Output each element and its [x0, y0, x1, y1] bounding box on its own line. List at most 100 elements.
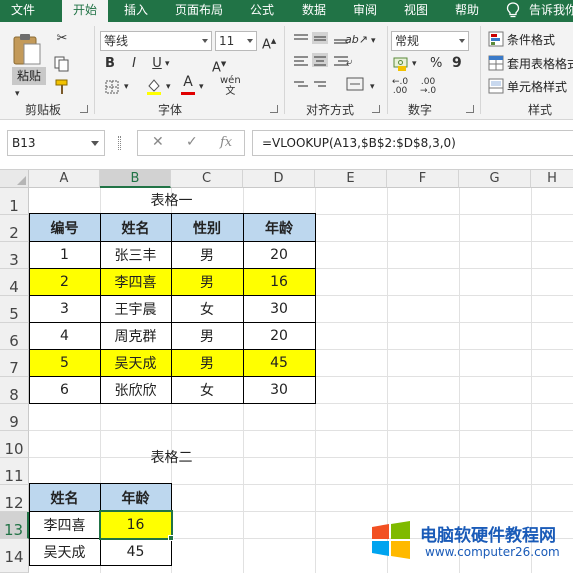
row-header-4[interactable]: 4 — [0, 269, 29, 296]
table1-cell[interactable]: 1 — [29, 241, 100, 268]
table1-cell[interactable]: 3 — [29, 295, 100, 322]
tab-view[interactable]: 视图 — [398, 0, 434, 22]
underline-button[interactable]: U — [151, 55, 163, 73]
insert-function-icon[interactable]: fx — [220, 135, 232, 150]
row-header-13[interactable]: 13 — [0, 512, 29, 539]
table1-cell[interactable]: 6 — [29, 376, 100, 403]
table2-cell[interactable]: 李四喜 — [29, 511, 100, 538]
table1-header-cell[interactable]: 性别 — [171, 214, 243, 241]
cell-styles-button[interactable]: 单元格样式 — [507, 78, 567, 95]
table1-cell-highlighted[interactable]: 男 — [171, 349, 243, 376]
increase-font-icon[interactable]: A▲ — [262, 32, 276, 54]
format-as-table-button[interactable]: 套用表格格式 — [507, 55, 573, 72]
table1-cell[interactable]: 女 — [171, 376, 243, 403]
tab-data[interactable]: 数据 — [296, 0, 332, 22]
tab-home[interactable]: 开始 — [62, 0, 108, 22]
percent-button[interactable]: % — [430, 55, 442, 73]
format-as-table-icon[interactable] — [488, 55, 504, 71]
table1-cell[interactable]: 周克群 — [100, 322, 171, 349]
font-name-select[interactable]: 等线 — [100, 31, 212, 51]
table1-cell-highlighted[interactable]: 5 — [29, 349, 100, 376]
cancel-icon[interactable]: ✕ — [152, 134, 164, 150]
fill-color-dropdown-icon[interactable]: ▾ — [166, 78, 171, 96]
alignment-launcher-icon[interactable] — [372, 105, 380, 113]
table2-header-cell[interactable]: 姓名 — [29, 484, 100, 511]
select-all-button[interactable] — [0, 170, 29, 188]
tab-formulas[interactable]: 公式 — [244, 0, 280, 22]
fill-handle[interactable] — [168, 535, 174, 541]
table1-cell[interactable]: 女 — [171, 295, 243, 322]
cut-icon[interactable]: ✂ — [52, 30, 72, 48]
conditional-format-button[interactable]: 条件格式 — [507, 31, 555, 48]
formula-bar-grip[interactable] — [118, 136, 121, 150]
bold-button[interactable]: B — [104, 55, 116, 73]
orientation-icon[interactable]: ab↗ — [345, 31, 368, 49]
row-header-3[interactable]: 3 — [0, 242, 29, 269]
row-header-14[interactable]: 14 — [0, 539, 29, 573]
decrease-decimal-icon[interactable]: .00 →.0 — [420, 78, 436, 96]
orientation-dropdown-icon[interactable]: ▾ — [371, 32, 376, 50]
column-header-f[interactable]: F — [387, 170, 459, 188]
formula-input[interactable]: =VLOOKUP(A13,$B$2:$D$8,3,0) — [252, 130, 573, 156]
table1-cell[interactable]: 4 — [29, 322, 100, 349]
column-header-a[interactable]: A — [29, 170, 100, 188]
tell-me-box[interactable]: 告诉我你 — [529, 0, 573, 20]
accounting-icon[interactable] — [393, 56, 411, 72]
font-size-select[interactable]: 11 — [215, 31, 257, 51]
table1-cell-highlighted[interactable]: 16 — [243, 268, 315, 295]
table1-header-cell[interactable]: 年龄 — [243, 214, 315, 241]
column-header-c[interactable]: C — [171, 170, 243, 188]
name-box[interactable]: B13 — [7, 130, 105, 156]
row-header-8[interactable]: 8 — [0, 377, 29, 404]
accounting-dropdown-icon[interactable]: ▾ — [412, 55, 417, 73]
row-header-11[interactable]: 11 — [0, 458, 29, 485]
paste-button[interactable]: 粘贴 — [12, 67, 46, 85]
underline-dropdown-icon[interactable]: ▾ — [165, 55, 170, 73]
increase-decimal-icon[interactable]: ←.0.00 — [392, 78, 408, 96]
table1-cell[interactable]: 男 — [171, 241, 243, 268]
table1-cell[interactable]: 20 — [243, 241, 315, 268]
tab-review[interactable]: 审阅 — [347, 0, 383, 22]
cell-styles-icon[interactable] — [488, 78, 504, 94]
column-header-d[interactable]: D — [243, 170, 315, 188]
borders-dropdown-icon[interactable]: ▾ — [124, 78, 129, 96]
fill-color-icon[interactable] — [145, 77, 163, 95]
comma-style-button[interactable]: 9 — [452, 54, 462, 72]
tab-page-layout[interactable]: 页面布局 — [168, 0, 230, 22]
row-header-10[interactable]: 10 — [0, 431, 29, 458]
column-header-e[interactable]: E — [315, 170, 387, 188]
tab-help[interactable]: 帮助 — [449, 0, 485, 22]
font-launcher-icon[interactable] — [270, 105, 278, 113]
table1-cell-highlighted[interactable]: 45 — [243, 349, 315, 376]
number-launcher-icon[interactable] — [466, 105, 474, 113]
number-format-select[interactable]: 常规 — [391, 31, 469, 51]
merge-dropdown-icon[interactable]: ▾ — [370, 78, 375, 96]
table1-cell-highlighted[interactable]: 李四喜 — [100, 268, 171, 295]
table1-cell[interactable]: 30 — [243, 295, 315, 322]
table2-header-cell[interactable]: 年龄 — [100, 484, 171, 511]
tab-insert[interactable]: 插入 — [118, 0, 154, 22]
row-header-2[interactable]: 2 — [0, 215, 29, 242]
table1-cell-highlighted[interactable]: 男 — [171, 268, 243, 295]
column-header-h[interactable]: H — [531, 170, 573, 188]
table1-cell-highlighted[interactable]: 吴天成 — [100, 349, 171, 376]
font-color-icon[interactable]: A — [180, 74, 196, 96]
clipboard-launcher-icon[interactable] — [80, 105, 88, 113]
merge-center-icon[interactable] — [346, 77, 364, 91]
enter-icon[interactable]: ✓ — [186, 134, 198, 150]
row-header-12[interactable]: 12 — [0, 485, 29, 512]
decrease-font-icon[interactable]: A▼ — [212, 55, 226, 77]
wrap-text-icon[interactable]: ⤶ — [346, 53, 353, 71]
phonetic-icon[interactable]: wén 文 — [220, 75, 241, 97]
italic-button[interactable]: I — [128, 55, 140, 73]
borders-icon[interactable] — [105, 80, 119, 94]
table2-cell[interactable]: 45 — [100, 538, 171, 565]
paste-icon[interactable] — [12, 32, 42, 66]
row-header-6[interactable]: 6 — [0, 323, 29, 350]
table1-header-cell[interactable]: 姓名 — [100, 214, 171, 241]
row-header-1[interactable]: 1 — [0, 188, 29, 215]
table1-cell[interactable]: 20 — [243, 322, 315, 349]
row-header-5[interactable]: 5 — [0, 296, 29, 323]
table1-cell[interactable]: 张欣欣 — [100, 376, 171, 403]
conditional-format-icon[interactable] — [488, 31, 504, 47]
